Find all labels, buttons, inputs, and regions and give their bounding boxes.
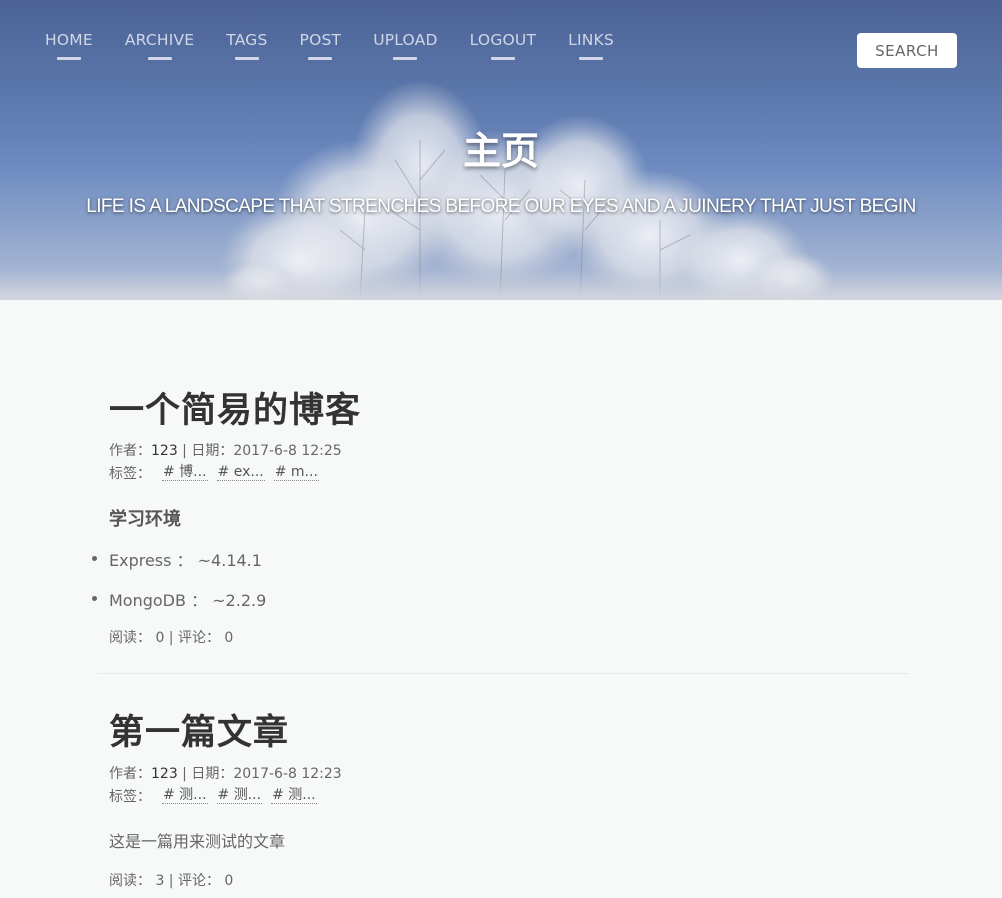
post-date: 2017-6-8 12:23 [233, 766, 342, 782]
nav-item-logout[interactable]: LOGOUT [454, 31, 553, 60]
nav-underline [579, 57, 604, 60]
nav-link-logout[interactable]: LOGOUT [470, 31, 537, 49]
post-title[interactable]: 第一篇文章 [109, 704, 289, 755]
post-title-text[interactable]: 一个简易的博客 [109, 382, 361, 433]
search-button[interactable]: SEARCH [857, 33, 957, 68]
author-link[interactable]: 123 [151, 443, 178, 459]
nav-link-upload[interactable]: UPLOAD [373, 31, 437, 49]
page-title: 主页 [462, 129, 539, 173]
nav-item-upload[interactable]: UPLOAD [357, 31, 453, 60]
post-section-heading: 学习环境 [109, 509, 181, 530]
date-label: | 日期： [177, 443, 234, 459]
nav-item-post[interactable]: POST [284, 31, 358, 60]
nav-link-home[interactable]: HOME [45, 31, 93, 49]
nav-underline [234, 57, 259, 60]
tag-link[interactable]: # m... [273, 465, 319, 481]
post-tags: 标签： # 测... # 测... # 测... [109, 786, 317, 806]
nav-underline [147, 57, 172, 60]
nav-link-post[interactable]: POST [300, 31, 342, 49]
nav-underline [490, 57, 515, 60]
list-item: Express ： ~4.14.1 [92, 547, 262, 571]
nav-link-links[interactable]: LINKS [568, 31, 614, 49]
nav-item-links[interactable]: LINKS [552, 31, 630, 60]
tag-link[interactable]: # 测... [216, 788, 263, 804]
post-date: 2017-6-8 12:25 [233, 443, 342, 459]
tags-label: 标签： [109, 789, 151, 805]
post-stats: 阅读： 3 | 评论： 0 [109, 873, 234, 889]
tag-link[interactable]: # ex... [216, 465, 265, 481]
post-meta: 作者：123 | 日期：2017-6-8 12:25 [109, 441, 342, 462]
nav-link-archive[interactable]: ARCHIVE [125, 31, 194, 49]
post-title[interactable]: 一个简易的博客 [109, 382, 361, 433]
post-title-text[interactable]: 第一篇文章 [109, 704, 289, 755]
tags-label: 标签： [109, 466, 151, 482]
tag-link[interactable]: # 博... [162, 465, 208, 481]
post-divider [97, 673, 909, 674]
nav-underline [393, 57, 418, 60]
post-meta: 作者：123 | 日期：2017-6-8 12:23 [109, 764, 342, 785]
author-link[interactable]: 123 [151, 766, 178, 782]
nav-item-archive[interactable]: ARCHIVE [109, 31, 210, 60]
nav-underline [308, 57, 333, 60]
main-nav: HOME ARCHIVE TAGS POST UPLOAD LOGOUT LIN… [29, 31, 630, 60]
hero-banner: HOME ARCHIVE TAGS POST UPLOAD LOGOUT LIN… [0, 0, 1002, 300]
post-excerpt: 这是一篇用来测试的文章 [109, 832, 286, 851]
nav-link-tags[interactable]: TAGS [226, 31, 267, 49]
tag-link[interactable]: # 测... [162, 788, 208, 804]
post-stats: 阅读： 0 | 评论： 0 [109, 630, 234, 646]
nav-item-home[interactable]: HOME [29, 31, 109, 60]
nav-underline [56, 57, 81, 60]
nav-item-tags[interactable]: TAGS [210, 31, 283, 60]
author-label: 作者： [109, 766, 151, 782]
list-item: MongoDB ： ~2.2.9 [91, 587, 266, 611]
author-label: 作者： [109, 443, 151, 459]
post-tags: 标签： # 博... # ex... # m... [109, 463, 319, 483]
date-label: | 日期： [177, 766, 234, 782]
page-subtitle: LIFE IS A LANDSCAPE THAT STRENCHES BEFOR… [86, 196, 916, 217]
tag-link[interactable]: # 测... [271, 788, 317, 804]
